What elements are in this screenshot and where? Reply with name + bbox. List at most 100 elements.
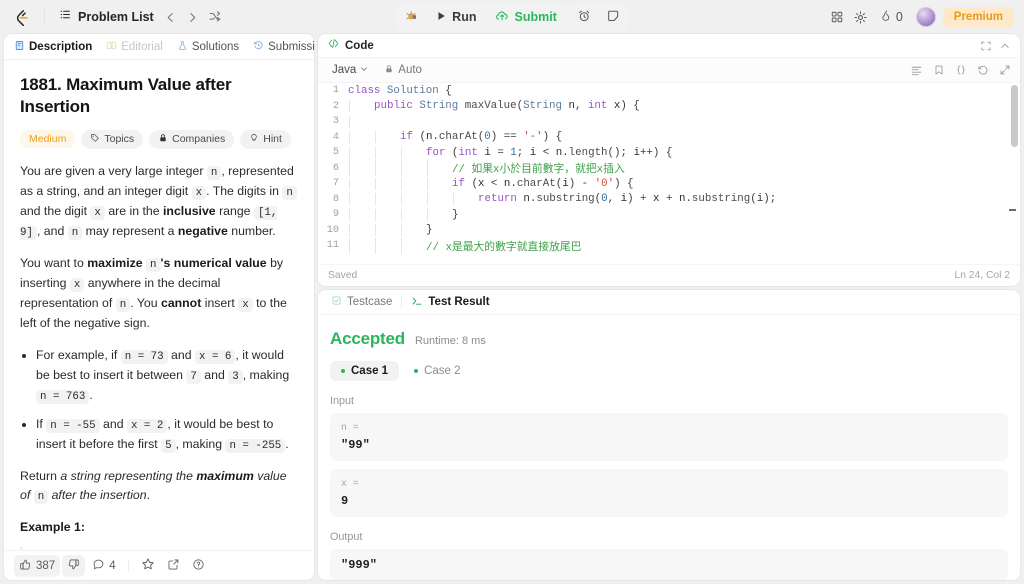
p1-code-3: n (282, 185, 297, 200)
code-token: charAt (438, 131, 478, 144)
code-token: (); (607, 146, 634, 159)
indent-guide (375, 177, 376, 190)
tab-description[interactable]: Description (8, 37, 98, 57)
next-problem-button[interactable] (182, 6, 204, 28)
input-key-n: n = (341, 422, 359, 433)
b1-code-4: 3 (228, 369, 243, 384)
indent-guide (427, 160, 428, 177)
code-panel: Code Java Auto 1 class Solution {2 publ… (318, 34, 1020, 286)
b1-code-1: n = 73 (120, 349, 168, 364)
code-tokens: for (int i = 1; i < n.length(); i++) { (348, 147, 672, 159)
comment-button[interactable]: 4 (87, 555, 120, 577)
prev-problem-button[interactable] (160, 6, 182, 28)
gear-icon[interactable] (850, 6, 872, 28)
upvote-count: 387 (36, 559, 56, 572)
code-token: '0' (594, 177, 615, 190)
hint-badge[interactable]: Hint (240, 129, 291, 149)
grid-apps-icon[interactable] (826, 6, 848, 28)
code-lines-container[interactable]: 1 class Solution {2 public String maxValue… (318, 83, 1020, 264)
language-selector[interactable]: Java (327, 62, 374, 79)
tab-testcase[interactable]: Testcase (326, 292, 397, 312)
code-line-number: 2 (332, 100, 339, 112)
b2-code-2: x = 2 (126, 418, 168, 433)
case-2-button[interactable]: Case 2 (403, 361, 471, 381)
tab-submissions[interactable]: Submissions (247, 37, 314, 57)
indent-guide (349, 193, 350, 206)
chevron-up-icon[interactable] (999, 40, 1011, 52)
run-button[interactable]: Run (426, 6, 485, 29)
code-tokens (348, 116, 374, 128)
alarm-clock-icon (577, 9, 591, 26)
page-title: 1881. Maximum Value after Insertion (20, 75, 232, 117)
debug-button[interactable] (397, 5, 425, 30)
streak-counter[interactable]: 0 (874, 6, 909, 28)
code-token: // 如果x小於目前數字，就把x插入 (452, 164, 625, 177)
timer-button[interactable] (570, 5, 598, 30)
leetcode-logo-icon[interactable] (10, 6, 32, 28)
submit-button[interactable]: Submit (486, 5, 565, 30)
indent-guide (349, 160, 350, 177)
expand-arrows-icon[interactable] (999, 64, 1011, 76)
case-1-button[interactable]: Case 1 (330, 361, 400, 381)
b1-code-5: n = 763 (36, 389, 90, 404)
lightbulb-icon (249, 133, 259, 146)
problem-list-button[interactable]: Problem List (53, 5, 160, 29)
tab-solutions[interactable]: Solutions (171, 37, 245, 57)
premium-button[interactable]: Premium (942, 7, 1014, 27)
editor-scrollbar[interactable] (1009, 85, 1018, 262)
p1-text-3: . The digits in (206, 183, 283, 198)
tab-editorial[interactable]: Editorial (100, 37, 169, 57)
reset-undo-icon[interactable] (977, 64, 989, 76)
curly-braces-icon[interactable] (955, 64, 967, 76)
ret-bold-1: maximum (196, 468, 254, 483)
code-line-number: 11 (326, 240, 339, 252)
p2-bold-1: maximize (87, 256, 143, 271)
case-selector: Case 1 Case 2 (330, 361, 1008, 381)
editorial-icon (106, 40, 117, 54)
code-line-number: 9 (332, 209, 339, 221)
editor-status-bar: Saved Ln 24, Col 2 (318, 264, 1020, 286)
indent-guide (401, 208, 402, 221)
cloud-upload-icon (495, 9, 509, 26)
format-lines-icon[interactable] (910, 64, 923, 77)
input-field-n[interactable]: n = "99" (330, 413, 1008, 461)
note-button[interactable] (599, 5, 627, 30)
downvote-button[interactable] (62, 554, 86, 577)
avatar[interactable] (915, 7, 936, 27)
code-line-text: if (x < n.charAt(i) - '0') { (348, 177, 1020, 190)
p1-text-7: , and (36, 224, 68, 239)
favorite-button[interactable] (136, 554, 160, 577)
description-tabbar: Description Editorial Solutions Submissi (4, 34, 314, 60)
indent-guide (427, 208, 428, 221)
bookmark-icon[interactable] (933, 64, 945, 76)
companies-badge[interactable]: Companies (149, 129, 235, 149)
input-key-x: x = (341, 478, 359, 489)
upvote-button[interactable]: 387 (14, 554, 61, 577)
help-button[interactable] (187, 555, 210, 577)
example-1-heading: Example 1: (20, 520, 85, 535)
input-value-n: "99" (341, 438, 370, 452)
p1-text-1: You are given a very large integer (20, 163, 207, 178)
leetcode-app: Problem List Run Submit 0 Premium Descri… (0, 0, 1024, 584)
b1-code-3: 7 (186, 369, 201, 384)
input-field-x[interactable]: x = 9 (330, 469, 1008, 517)
flame-icon (880, 9, 893, 25)
difficulty-badge[interactable]: Medium (20, 130, 76, 149)
code-editor[interactable]: 1 class Solution {2 public String maxValue… (318, 83, 1020, 264)
shuffle-icon[interactable] (204, 6, 226, 28)
auto-lock-toggle[interactable]: Auto (384, 64, 422, 77)
p1-text-6: range (215, 203, 254, 218)
topics-badge[interactable]: Topics (81, 129, 144, 149)
code-token: class (348, 84, 381, 97)
expand-corners-icon[interactable] (980, 40, 992, 52)
indent-guide (349, 177, 350, 190)
editor-scrollbar-thumb[interactable] (1011, 85, 1018, 147)
code-token: '-' (523, 131, 543, 144)
problem-description-content[interactable]: 1881. Maximum Value after Insertion Medi… (4, 60, 314, 550)
code-tokens: } (348, 224, 432, 236)
code-token: } (452, 208, 459, 221)
indent-guide (375, 237, 376, 254)
tab-test-result[interactable]: Test Result (406, 292, 494, 313)
question-circle-icon (192, 558, 205, 574)
share-button[interactable] (162, 555, 185, 577)
